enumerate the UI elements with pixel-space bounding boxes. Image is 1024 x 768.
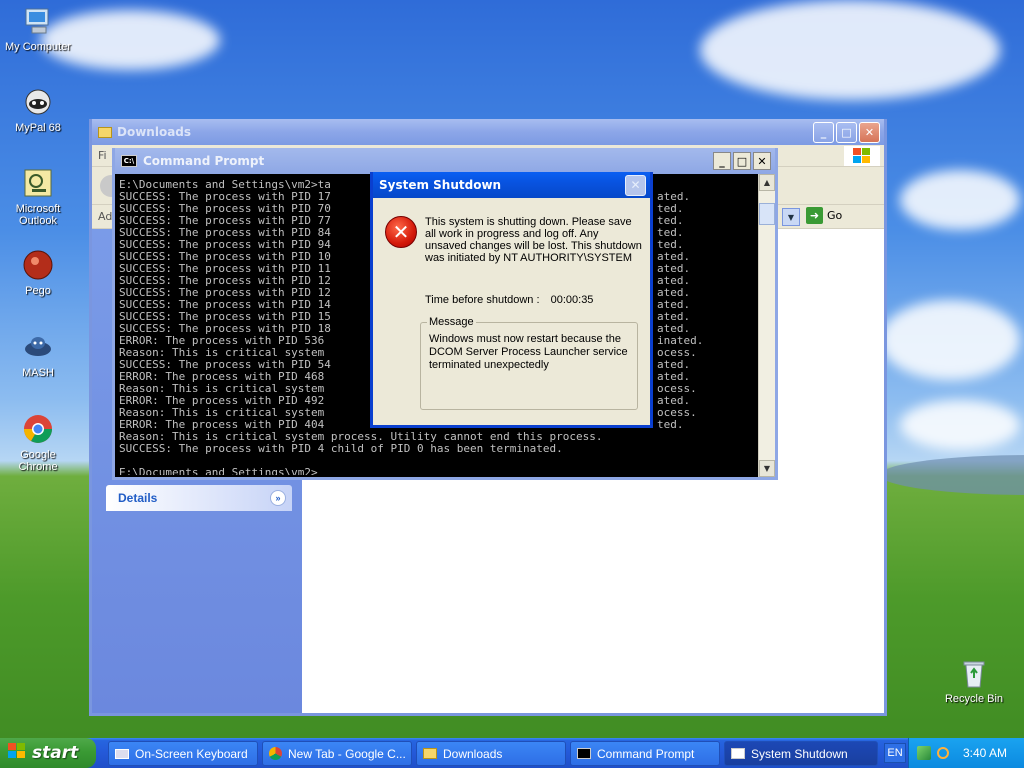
address-label: Ad — [98, 210, 113, 223]
minimize-button[interactable]: _ — [813, 121, 834, 143]
message-legend: Message — [427, 316, 476, 328]
close-button[interactable]: ✕ — [859, 121, 880, 143]
shutdown-titlebar[interactable]: System Shutdown ✕ — [373, 172, 650, 198]
desktop-icon-my-computer[interactable]: My Computer — [0, 4, 76, 53]
task-label: Downloads — [443, 746, 503, 761]
task-label: Command Prompt — [597, 746, 695, 761]
go-label: Go — [827, 209, 843, 222]
network-icon[interactable] — [917, 746, 931, 760]
language-indicator[interactable]: EN — [884, 743, 906, 763]
computer-icon — [21, 4, 55, 38]
task-new-tab-chrome[interactable]: New Tab - Google C... — [262, 741, 412, 766]
cmd-titlebar[interactable]: C:\ Command Prompt _ □ ✕ — [115, 148, 775, 174]
console-line-fragment: ted. — [657, 418, 684, 431]
task-label: On-Screen Keyboard — [135, 746, 248, 761]
details-label: Details — [118, 491, 158, 505]
start-button[interactable]: start — [0, 738, 96, 768]
task-label: New Tab - Google C... — [288, 746, 406, 761]
scroll-up-button[interactable]: ▲ — [759, 174, 775, 191]
language-label: EN — [887, 747, 903, 759]
chevron-down-icon[interactable]: » — [270, 490, 286, 506]
start-label: start — [32, 743, 79, 763]
details-panel-header[interactable]: Details » — [106, 485, 292, 511]
shutdown-body: ✕ This system is shutting down. Please s… — [373, 198, 650, 425]
go-button[interactable]: ➜ Go — [806, 207, 842, 224]
desktop-icon-label: MASH — [22, 367, 54, 379]
time-value: 00:00:35 — [550, 294, 594, 306]
folder-icon — [98, 126, 112, 138]
shutdown-warning-text: This system is shutting down. Please sav… — [425, 216, 642, 264]
go-arrow-icon: ➜ — [806, 207, 823, 224]
console-output-right: ated. ted. ted. ted. ted. ated. ated. ated. ated… — [655, 177, 755, 475]
window-title: Downloads — [117, 125, 192, 139]
maximize-button[interactable]: □ — [733, 152, 751, 170]
desktop-icon-label: Recycle Bin — [944, 693, 1004, 705]
search-icon[interactable] — [937, 747, 949, 759]
address-dropdown[interactable]: ▼ — [782, 208, 800, 226]
downloads-titlebar[interactable]: Downloads _ □ ✕ — [92, 119, 884, 145]
close-button[interactable]: ✕ — [625, 174, 646, 196]
keyboard-icon — [115, 748, 129, 759]
windows-logo-icon — [844, 146, 880, 166]
task-label: System Shutdown — [751, 746, 848, 761]
console-scrollbar[interactable]: ▲ ▼ — [758, 174, 775, 477]
time-before-shutdown: Time before shutdown : 00:00:35 — [425, 294, 593, 306]
desktop-icon-mypal[interactable]: MyPal 68 — [0, 85, 76, 134]
desktop-icon-outlook[interactable]: Microsoft Outlook — [0, 166, 76, 227]
task-command-prompt[interactable]: Command Prompt — [570, 741, 720, 766]
task-on-screen-keyboard[interactable]: On-Screen Keyboard — [108, 741, 258, 766]
cmd-icon: C:\ — [121, 155, 137, 167]
desktop-icon-label: My Computer — [4, 41, 72, 53]
menu-file[interactable]: Fi — [98, 149, 107, 162]
desktop-icon-pego[interactable]: Pego — [0, 248, 76, 297]
chrome-icon — [21, 412, 55, 446]
scroll-down-button[interactable]: ▼ — [759, 460, 775, 477]
system-shutdown-dialog: System Shutdown ✕ ✕ This system is shutt… — [370, 172, 653, 428]
desktop-icon-mash[interactable]: MASH — [0, 330, 76, 379]
task-system-shutdown[interactable]: System Shutdown — [724, 741, 878, 766]
message-group: Message Windows must now restart because… — [420, 316, 638, 410]
mypal-icon — [21, 85, 55, 119]
dialog-title: System Shutdown — [379, 178, 502, 192]
error-icon: ✕ — [385, 216, 417, 248]
system-tray: 3:40 AM — [908, 738, 1024, 768]
task-downloads[interactable]: Downloads — [416, 741, 566, 766]
desktop-icon-label: Google Chrome — [18, 449, 58, 473]
recycle-bin-icon — [957, 656, 991, 690]
clock: 3:40 AM — [963, 746, 1008, 760]
window-icon — [731, 748, 745, 759]
maximize-button[interactable]: □ — [836, 121, 857, 143]
cmd-icon — [577, 748, 591, 759]
pego-icon — [21, 248, 55, 282]
window-title: Command Prompt — [143, 154, 265, 168]
desktop-icon-recycle-bin[interactable]: Recycle Bin — [936, 656, 1012, 705]
folder-icon — [423, 748, 437, 759]
minimize-button[interactable]: _ — [713, 152, 731, 170]
desktop-icon-label: MyPal 68 — [15, 122, 61, 134]
desktop-icon-chrome[interactable]: Google Chrome — [0, 412, 76, 473]
scroll-thumb[interactable] — [759, 203, 775, 225]
close-button[interactable]: ✕ — [753, 152, 771, 170]
windows-logo-icon — [8, 742, 26, 764]
chrome-icon — [269, 747, 282, 760]
taskbar: start On-Screen Keyboard New Tab - Googl… — [0, 738, 1024, 768]
desktop-icon-label: Pego — [25, 285, 51, 297]
message-text: Windows must now restart because the DCO… — [429, 333, 628, 371]
mash-icon — [21, 330, 55, 364]
desktop-icon-label: Microsoft Outlook — [15, 203, 61, 227]
time-label: Time before shutdown : — [425, 294, 540, 306]
outlook-icon — [21, 166, 55, 200]
